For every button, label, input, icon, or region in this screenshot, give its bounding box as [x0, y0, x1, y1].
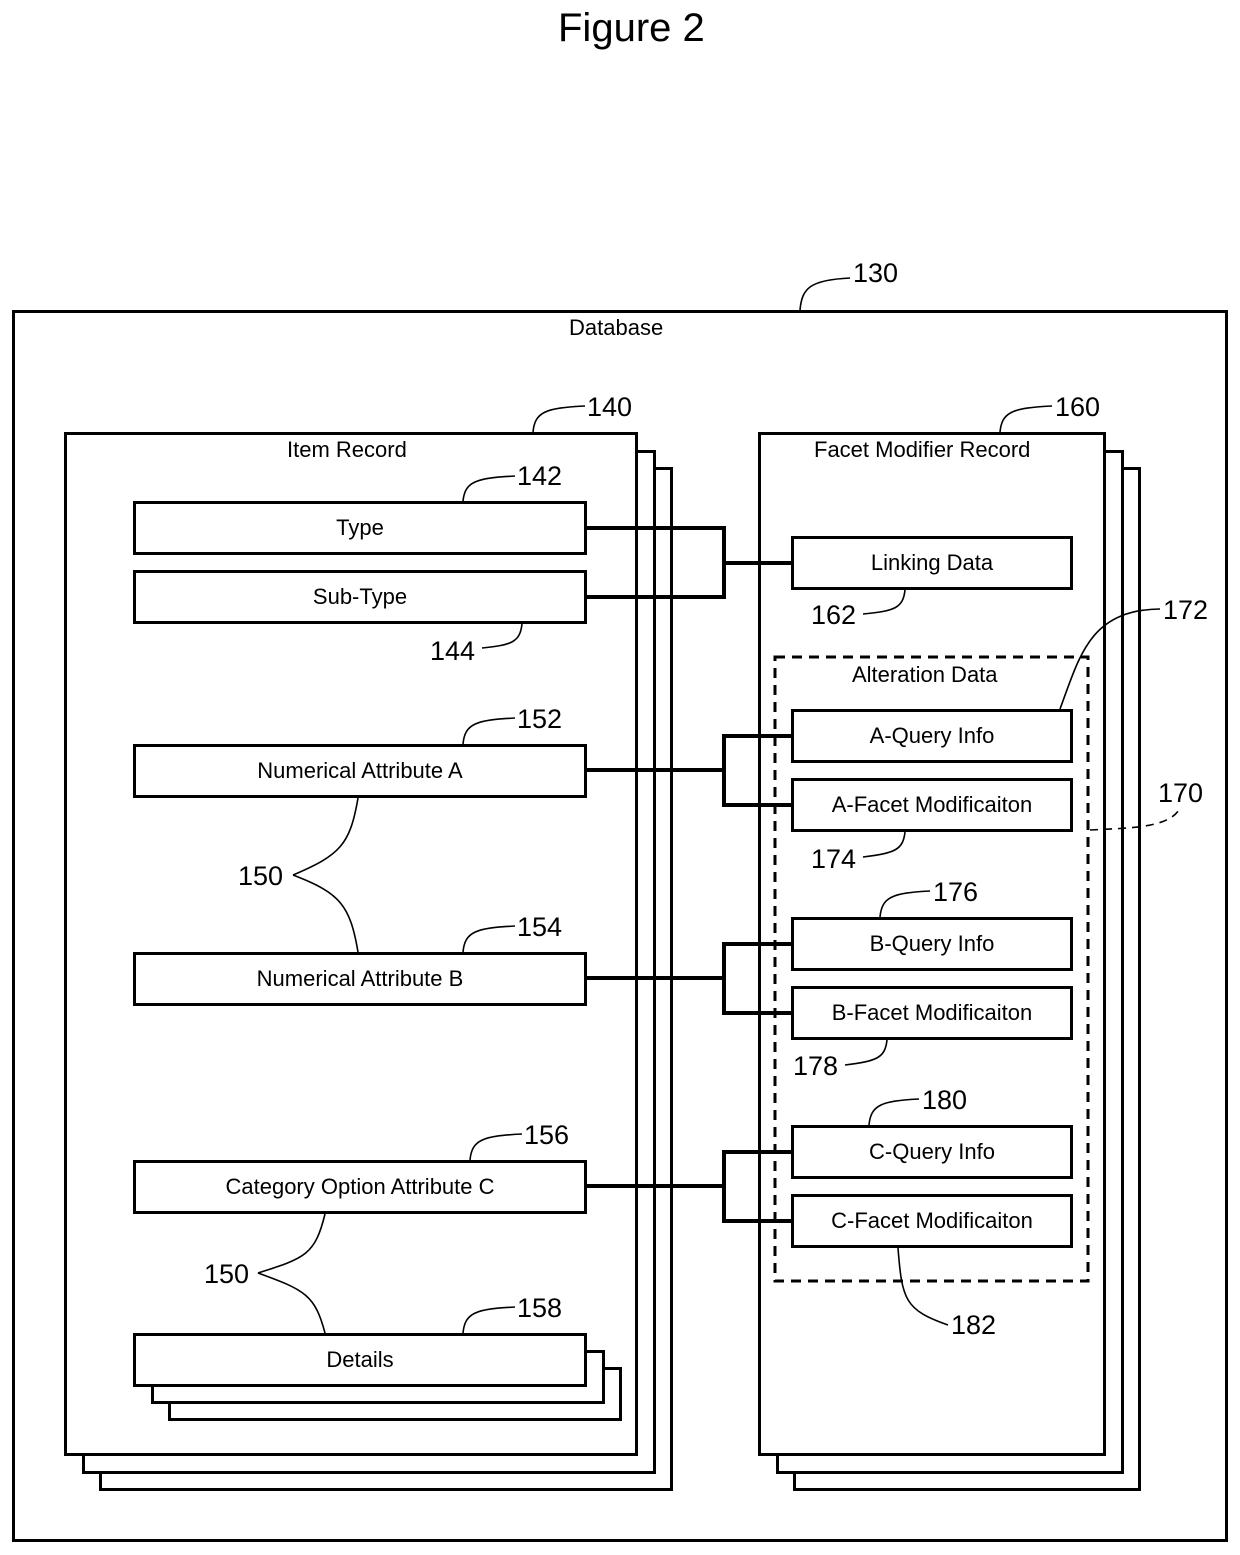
facet-modifier-record-label: Facet Modifier Record — [814, 437, 1031, 462]
ref-180: 180 — [922, 1085, 968, 1115]
a-query-info-field: A-Query Info — [791, 709, 1073, 763]
ref-156: 156 — [524, 1120, 570, 1150]
ref-182: 182 — [951, 1310, 997, 1340]
numerical-attribute-b-field: Numerical Attribute B — [133, 952, 587, 1006]
ref-172: 172 — [1163, 595, 1209, 625]
ref-142: 142 — [517, 461, 563, 491]
alteration-data-label: Alteration Data — [852, 662, 998, 687]
b-query-info-field: B-Query Info — [791, 917, 1073, 971]
ref-170: 170 — [1158, 778, 1204, 808]
ref-160: 160 — [1055, 392, 1101, 422]
ref-178: 178 — [793, 1051, 839, 1081]
sub-type-field: Sub-Type — [133, 570, 587, 624]
figure-title: Figure 2 — [558, 6, 705, 50]
ref-150-upper: 150 — [238, 861, 284, 891]
ref-152: 152 — [517, 704, 563, 734]
details-field: Details — [133, 1333, 587, 1387]
a-facet-modification-field: A-Facet Modificaiton — [791, 778, 1073, 832]
linking-data-field: Linking Data — [791, 536, 1073, 590]
category-option-attribute-c-field: Category Option Attribute C — [133, 1160, 587, 1214]
type-field: Type — [133, 501, 587, 555]
ref-130: 130 — [853, 258, 899, 288]
ref-150-lower: 150 — [204, 1259, 250, 1289]
ref-154: 154 — [517, 912, 563, 942]
ref-144: 144 — [430, 636, 476, 666]
b-facet-modification-field: B-Facet Modificaiton — [791, 986, 1073, 1040]
ref-174: 174 — [811, 844, 857, 874]
ref-158: 158 — [517, 1293, 563, 1323]
ref-176: 176 — [933, 877, 979, 907]
ref-140: 140 — [587, 392, 633, 422]
item-record-label: Item Record — [287, 437, 407, 462]
ref-162: 162 — [811, 600, 857, 630]
c-query-info-field: C-Query Info — [791, 1125, 1073, 1179]
c-facet-modification-field: C-Facet Modificaiton — [791, 1194, 1073, 1248]
database-label: Database — [569, 315, 664, 340]
leader-130 — [799, 277, 851, 311]
numerical-attribute-a-field: Numerical Attribute A — [133, 744, 587, 798]
